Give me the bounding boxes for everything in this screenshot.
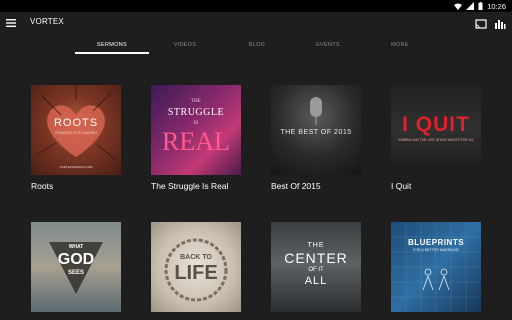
art-title: I QUIT bbox=[402, 113, 470, 136]
art-line: GOD bbox=[57, 251, 95, 268]
blueprint-grid-icon bbox=[391, 222, 481, 312]
series-card-back-to-life[interactable]: BACK TO LIFE bbox=[151, 222, 241, 312]
art-title: ROOTS bbox=[53, 117, 99, 129]
tab-bar: SERMONS VIDEOS BLOG EVENTS MORE bbox=[0, 36, 512, 54]
tab-blog[interactable]: BLOG bbox=[220, 36, 294, 54]
art-line: REAL bbox=[162, 127, 230, 156]
series-card-roots[interactable]: ROOTS PLANTED TO FLOURISH VORTEXCHURCH.C… bbox=[31, 85, 121, 191]
art-line: IS bbox=[193, 121, 199, 126]
series-title: The Struggle Is Real bbox=[151, 181, 229, 191]
art-line: CENTER bbox=[284, 250, 348, 266]
art-line: FOR A BETTER MARRIAGE bbox=[413, 248, 459, 252]
menu-button[interactable] bbox=[5, 17, 17, 29]
series-art-best-of-2015: THE BEST OF 2015 bbox=[271, 85, 361, 175]
series-art-what-god-sees: WHAT GOD SEES bbox=[31, 222, 121, 312]
art-subtitle: PLANTED TO FLOURISH bbox=[55, 131, 97, 135]
art-url: VORTEXCHURCH.COM bbox=[59, 165, 93, 169]
art-line: BLUEPRINTS bbox=[407, 238, 465, 247]
wifi-icon bbox=[454, 3, 463, 10]
stats-button[interactable] bbox=[494, 17, 506, 29]
art-line: WHAT bbox=[68, 244, 84, 250]
tab-indicator bbox=[75, 52, 149, 54]
art-line: BACK TO bbox=[180, 254, 212, 261]
series-art-back-to-life: BACK TO LIFE bbox=[151, 222, 241, 312]
series-art-center-of-it-all: THE CENTER OF IT ALL bbox=[271, 222, 361, 312]
battery-icon bbox=[478, 2, 483, 10]
art-title: THE BEST OF 2015 bbox=[280, 129, 352, 136]
art-line: THE bbox=[307, 242, 325, 249]
tab-more[interactable]: MORE bbox=[363, 36, 437, 54]
series-title: Roots bbox=[31, 181, 54, 191]
tab-events[interactable]: EVENTS bbox=[291, 36, 365, 54]
app-bar: VORTEX bbox=[0, 12, 512, 36]
cast-icon bbox=[475, 19, 487, 29]
heart-icon bbox=[35, 85, 117, 161]
art-line: LIFE bbox=[174, 262, 218, 284]
art-line: SEES bbox=[67, 270, 84, 276]
status-time: 10:26 bbox=[487, 1, 506, 11]
series-card-struggle[interactable]: THE STRUGGLE IS REAL The Struggle Is Rea… bbox=[151, 85, 241, 191]
series-card-best-of-2015[interactable]: THE BEST OF 2015 Best Of 2015 bbox=[271, 85, 361, 191]
signal-icon bbox=[466, 2, 475, 10]
app-title: VORTEX bbox=[30, 17, 64, 26]
art-line: ALL bbox=[304, 275, 328, 287]
series-card-center-of-it-all[interactable]: THE CENTER OF IT ALL bbox=[271, 222, 361, 312]
art-subtitle: EMBRACING THE LIFE JESUS WANTS FOR US bbox=[398, 138, 474, 142]
series-title: Best Of 2015 bbox=[271, 181, 321, 191]
series-art-blueprints: BLUEPRINTS FOR A BETTER MARRIAGE bbox=[391, 222, 481, 312]
art-line: STRUGGLE bbox=[167, 107, 225, 118]
tab-videos[interactable]: VIDEOS bbox=[148, 36, 222, 54]
series-art-struggle: THE STRUGGLE IS REAL bbox=[151, 85, 241, 175]
cast-button[interactable] bbox=[475, 17, 487, 29]
series-art-roots: ROOTS PLANTED TO FLOURISH VORTEXCHURCH.C… bbox=[31, 85, 121, 175]
art-line: THE bbox=[191, 99, 201, 104]
series-card-blueprints[interactable]: BLUEPRINTS FOR A BETTER MARRIAGE bbox=[391, 222, 481, 312]
series-art-i-quit: I QUIT EMBRACING THE LIFE JESUS WANTS FO… bbox=[391, 85, 481, 175]
series-card-i-quit[interactable]: I QUIT EMBRACING THE LIFE JESUS WANTS FO… bbox=[391, 85, 481, 191]
bar-chart-icon bbox=[495, 20, 506, 29]
status-bar: 10:26 bbox=[0, 0, 512, 12]
art-line: OF IT bbox=[308, 267, 324, 273]
series-card-what-god-sees[interactable]: WHAT GOD SEES bbox=[31, 222, 121, 312]
series-title: I Quit bbox=[391, 181, 412, 191]
menu-icon bbox=[6, 19, 16, 27]
